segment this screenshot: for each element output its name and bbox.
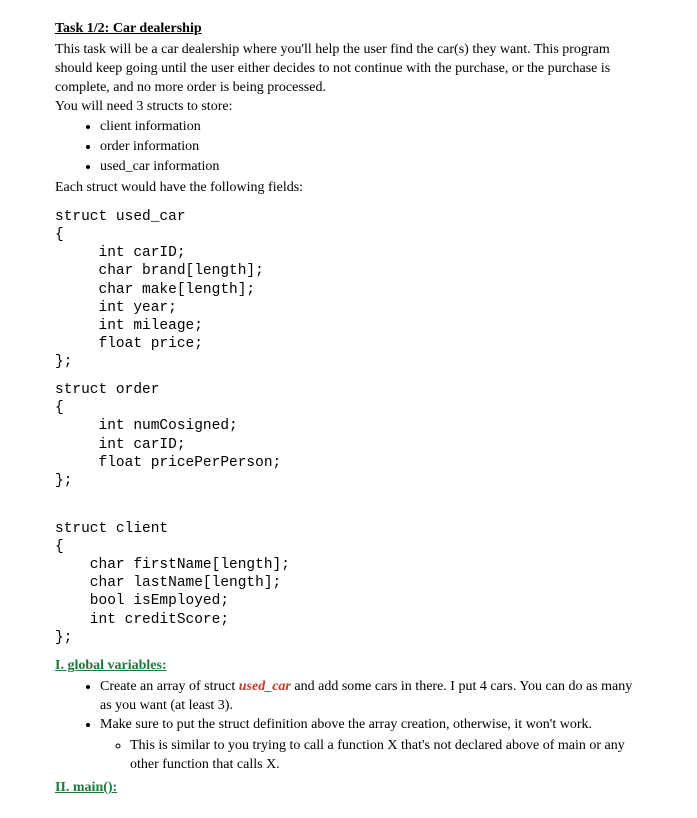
list-item: order information	[100, 138, 647, 157]
code-block-client: struct client { char firstName[length]; …	[55, 520, 647, 647]
section-main: II. main():	[55, 779, 647, 798]
section-global-variables: I. global variables:	[55, 657, 647, 676]
sub-list: This is similar to you trying to call a …	[100, 737, 647, 775]
list-item: used_car information	[100, 158, 647, 177]
task-title: Task 1/2: Car dealership	[55, 21, 202, 36]
list-item: client information	[100, 118, 647, 137]
text: Make sure to put the struct definition a…	[100, 717, 592, 732]
code-block-used-car: struct used_car { int carID; char brand[…	[55, 208, 647, 371]
list-item: Create an array of struct used_car and a…	[100, 678, 647, 716]
used-car-emphasis: used_car	[239, 679, 291, 694]
global-vars-list: Create an array of struct used_car and a…	[55, 678, 647, 775]
each-struct-line: Each struct would have the following fie…	[55, 179, 647, 198]
struct-list: client information order information use…	[55, 118, 647, 177]
text: Create an array of struct	[100, 679, 239, 694]
list-item: This is similar to you trying to call a …	[130, 737, 647, 775]
list-item: Make sure to put the struct definition a…	[100, 716, 647, 775]
need-line: You will need 3 structs to store:	[55, 98, 647, 117]
code-block-order: struct order { int numCosigned; int carI…	[55, 381, 647, 490]
intro-paragraph: This task will be a car dealership where…	[55, 41, 647, 98]
